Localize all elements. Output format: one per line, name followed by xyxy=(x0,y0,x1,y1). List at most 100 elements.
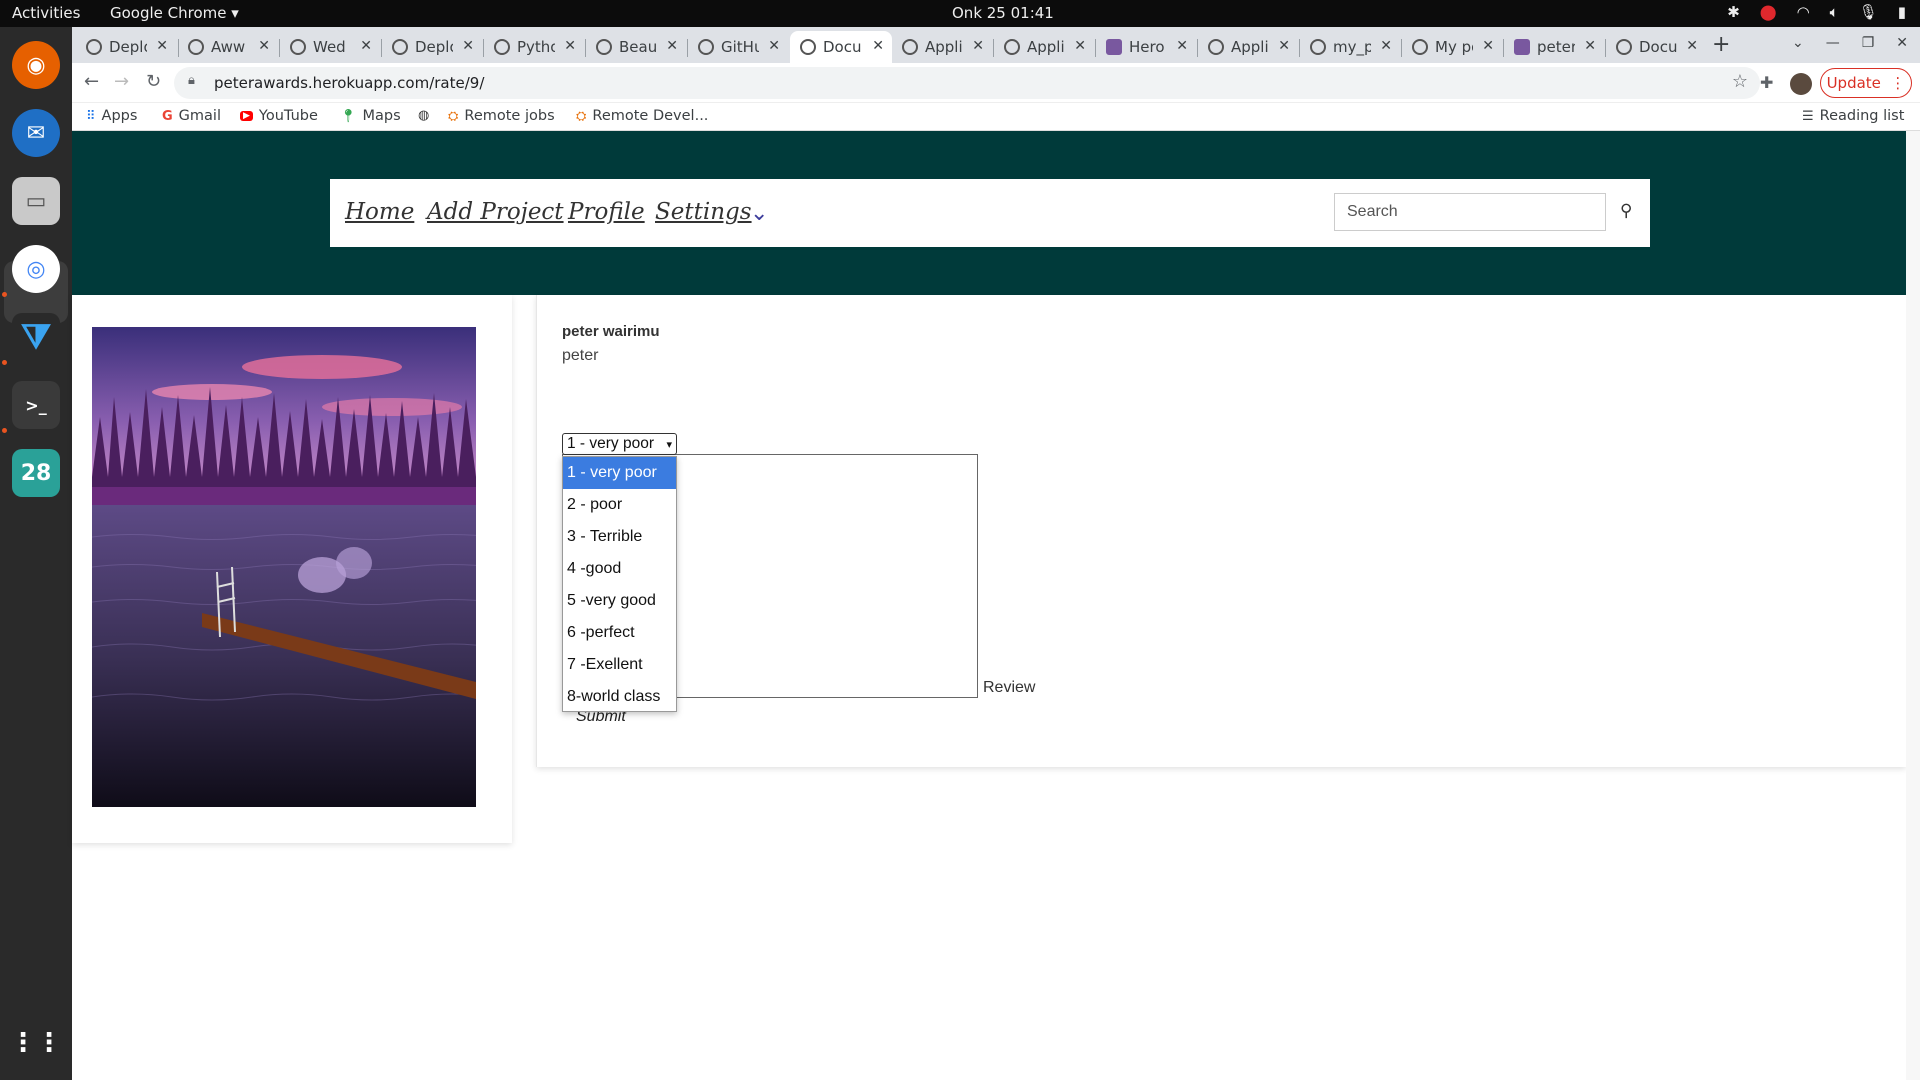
rating-option-3[interactable]: 3 - Terrible xyxy=(563,521,676,553)
github-icon xyxy=(392,39,408,55)
search-icon[interactable]: ⚲ xyxy=(1620,201,1632,221)
rating-option-2[interactable]: 2 - poor xyxy=(563,489,676,521)
tab[interactable]: Wed ✕ xyxy=(280,31,380,63)
document-icon xyxy=(596,39,612,55)
tab[interactable]: Appli ✕ xyxy=(994,31,1094,63)
maximize-icon[interactable]: ❐ xyxy=(1862,35,1875,51)
close-tab-icon[interactable]: ✕ xyxy=(1176,38,1188,54)
tab[interactable]: my_p ✕ xyxy=(1300,31,1400,63)
close-tab-icon[interactable]: ✕ xyxy=(1686,38,1698,54)
tab[interactable]: Deplo✕ xyxy=(382,31,482,63)
tab[interactable]: Appli ✕ xyxy=(1198,31,1298,63)
new-tab-button[interactable]: + xyxy=(1712,32,1730,57)
clock[interactable]: Onk 25 01:41 xyxy=(952,4,1054,22)
tab[interactable]: Appli ✕ xyxy=(892,31,992,63)
close-tab-icon[interactable]: ✕ xyxy=(1074,38,1086,54)
show-apps-icon[interactable]: ⋮⋮ xyxy=(10,1019,62,1067)
reload-icon[interactable]: ↻ xyxy=(146,71,161,92)
bookmark-gmail[interactable]: G Gmail xyxy=(162,108,221,124)
close-tab-icon[interactable]: ✕ xyxy=(768,38,780,54)
close-tab-icon[interactable]: ✕ xyxy=(972,38,984,54)
tab[interactable]: Deplo✕ xyxy=(76,31,176,63)
nav-settings[interactable]: Settings xyxy=(655,199,752,225)
avatar[interactable] xyxy=(1790,73,1812,95)
globe-icon xyxy=(1616,39,1632,55)
battery-icon[interactable]: ▮ xyxy=(1898,3,1906,21)
forward-icon[interactable]: → xyxy=(114,71,129,92)
close-tab-icon[interactable]: ✕ xyxy=(156,38,168,54)
bookmark-youtube[interactable]: ▶ YouTube xyxy=(240,108,318,124)
minimize-icon[interactable]: — xyxy=(1826,35,1840,51)
firefox-icon[interactable]: ◉ xyxy=(12,41,60,89)
close-tab-icon[interactable]: ✕ xyxy=(1584,38,1596,54)
close-tab-icon[interactable]: ✕ xyxy=(1380,38,1392,54)
tab[interactable]: Pytho ✕ xyxy=(484,31,584,63)
rating-select[interactable]: 1 - very poor ▾ xyxy=(562,433,677,455)
activities-button[interactable]: Activities xyxy=(12,4,80,22)
system-tray[interactable]: ✱ ⬤ ◠ 🔈︎ 🎙︎ ▮ xyxy=(1727,3,1906,21)
rating-option-1[interactable]: 1 - very poor xyxy=(563,457,676,489)
reading-list-button[interactable]: ☰ Reading list xyxy=(1802,108,1904,124)
close-tab-icon[interactable]: ✕ xyxy=(564,38,576,54)
search-input[interactable]: Search xyxy=(1334,193,1606,231)
update-button[interactable]: Update ⋮ xyxy=(1820,68,1912,98)
bookmark-remote-jobs[interactable]: ⛭ Remote jobs xyxy=(448,108,555,124)
close-tab-icon[interactable]: ✕ xyxy=(1482,38,1494,54)
bookmark-star-icon[interactable]: ☆ xyxy=(1732,71,1748,92)
do-not-disturb-icon[interactable]: ⬤ xyxy=(1760,3,1777,21)
rating-option-6[interactable]: 6 -perfect xyxy=(563,617,676,649)
slack-icon[interactable]: ✱ xyxy=(1727,3,1740,21)
tab[interactable]: Aww ✕ xyxy=(178,31,278,63)
microphone-icon[interactable]: 🎙︎ xyxy=(1859,3,1878,21)
close-tab-icon[interactable]: ✕ xyxy=(258,38,270,54)
volume-icon[interactable]: 🔈︎ xyxy=(1830,3,1839,21)
close-window-icon[interactable]: ✕ xyxy=(1896,35,1908,51)
chrome-icon[interactable]: ◎ xyxy=(12,245,60,293)
bookmark-apps[interactable]: ⠿ Apps xyxy=(86,108,137,124)
bookmark-globe[interactable]: ◍ xyxy=(418,108,435,123)
close-tab-icon[interactable]: ✕ xyxy=(462,38,474,54)
project-image-card xyxy=(72,295,512,843)
app-menu[interactable]: Google Chrome ▾ xyxy=(110,4,239,22)
calendar-icon[interactable]: 28 xyxy=(12,449,60,497)
lock-icon[interactable]: 🔒︎ xyxy=(188,73,195,88)
tab-search-icon[interactable]: ⌄ xyxy=(1792,35,1804,51)
page-scrollbar[interactable] xyxy=(1906,131,1920,1080)
globe-icon xyxy=(902,39,918,55)
tab[interactable]: GitHu ✕ xyxy=(688,31,788,63)
bookmark-remote-devel[interactable]: ⛭ Remote Devel... xyxy=(576,108,708,124)
tab[interactable]: Hero ✕ xyxy=(1096,31,1196,63)
heroku-icon xyxy=(1514,39,1530,55)
chevron-down-icon[interactable]: ⌄ xyxy=(750,201,768,226)
page-content: Home Add Project Profile Settings ⌄ Sear… xyxy=(72,131,1906,1080)
rating-option-8[interactable]: 8-world class xyxy=(563,681,676,713)
vscode-icon[interactable]: ⧩ xyxy=(12,313,60,361)
nav-home[interactable]: Home xyxy=(345,199,414,225)
navbar: Home Add Project Profile Settings ⌄ Sear… xyxy=(330,179,1650,247)
extensions-icon[interactable]: ✚ xyxy=(1760,73,1773,92)
tree-icon xyxy=(494,39,510,55)
close-tab-icon[interactable]: ✕ xyxy=(872,38,884,54)
rating-option-5[interactable]: 5 -very good xyxy=(563,585,676,617)
tab-active[interactable]: Docu ✕ xyxy=(790,31,892,63)
nav-add-project[interactable]: Add Project xyxy=(427,199,564,225)
rating-option-7[interactable]: 7 -Exellent xyxy=(563,649,676,681)
close-tab-icon[interactable]: ✕ xyxy=(1278,38,1290,54)
reading-list-icon: ☰ xyxy=(1802,108,1814,124)
tab[interactable]: Beau ✕ xyxy=(586,31,686,63)
files-icon[interactable]: ▭ xyxy=(12,177,60,225)
rating-option-4[interactable]: 4 -good xyxy=(563,553,676,585)
close-tab-icon[interactable]: ✕ xyxy=(666,38,678,54)
address-bar[interactable]: 🔒︎ peterawards.herokuapp.com/rate/9/ ☆ xyxy=(174,67,1760,99)
nav-profile[interactable]: Profile xyxy=(568,199,645,225)
back-icon[interactable]: ← xyxy=(84,71,99,92)
terminal-icon[interactable]: >_ xyxy=(12,381,60,429)
close-tab-icon[interactable]: ✕ xyxy=(360,38,372,54)
wifi-icon[interactable]: ◠ xyxy=(1797,3,1810,21)
bookmark-maps[interactable]: 📍︎ Maps xyxy=(340,108,401,124)
tab[interactable]: Docu ✕ xyxy=(1606,31,1706,63)
thunderbird-icon[interactable]: ✉ xyxy=(12,109,60,157)
tab[interactable]: peter ✕ xyxy=(1504,31,1604,63)
tab[interactable]: My po✕ xyxy=(1402,31,1502,63)
toolbar: ← → ↻ 🔒︎ peterawards.herokuapp.com/rate/… xyxy=(72,63,1920,103)
